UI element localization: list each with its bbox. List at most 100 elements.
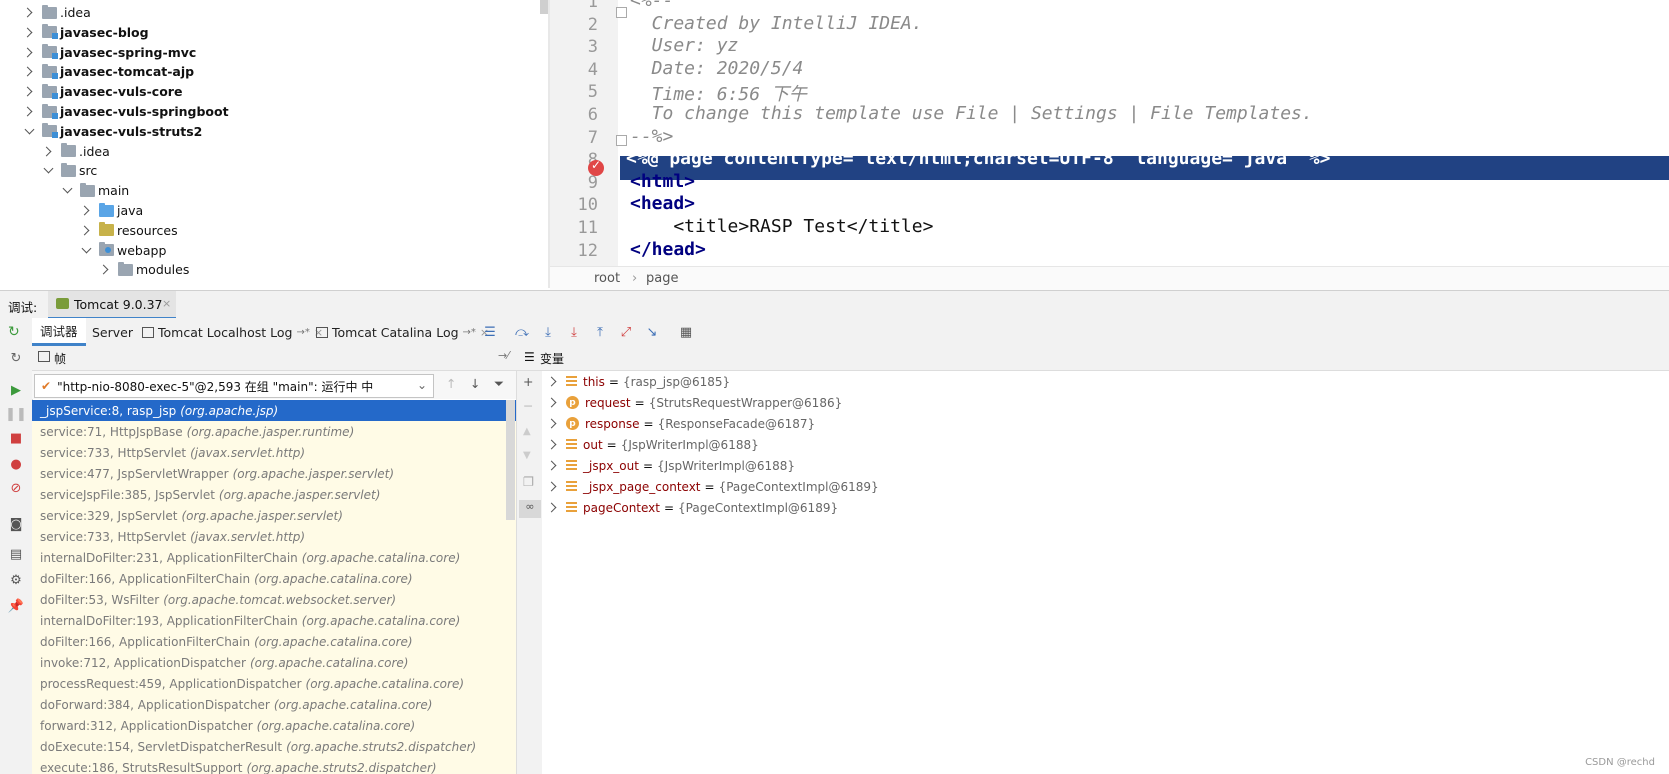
tree-item[interactable]: javasec-spring-mvc: [24, 42, 196, 63]
chevron-down-icon[interactable]: [62, 186, 72, 196]
add-icon[interactable]: +: [523, 374, 533, 389]
code-line[interactable]: --%>: [630, 126, 673, 147]
chevron-right-icon[interactable]: [81, 206, 91, 216]
code-line[interactable]: Date: 2020/5/4: [630, 58, 804, 79]
chevron-down-icon[interactable]: [43, 166, 53, 176]
layout-icon[interactable]: ▤: [8, 546, 24, 562]
run-to-cursor-icon[interactable]: ↘: [644, 324, 660, 340]
stack-frame[interactable]: internalDoFilter:231, ApplicationFilterC…: [32, 547, 516, 568]
resume-icon[interactable]: ▶: [8, 382, 24, 398]
variable-row[interactable]: p response = {ResponseFacade@6187}: [542, 413, 815, 434]
breadcrumb-page[interactable]: page: [646, 271, 678, 286]
close-icon[interactable]: ×: [162, 297, 171, 310]
rerun-icon[interactable]: ↻: [8, 324, 20, 340]
code-editor[interactable]: 1 <%-- 2 Created by IntelliJ IDEA. 3 User: …: [550, 0, 1669, 290]
tab-localhost-log[interactable]: Tomcat Localhost Log →* ×: [134, 318, 331, 346]
chevron-right-icon[interactable]: [43, 146, 53, 156]
stack-frame[interactable]: execute:186, StrutsResultSupport (org.apa…: [32, 757, 516, 774]
chevron-right-icon[interactable]: [24, 8, 34, 18]
tab-catalina-log[interactable]: Tomcat Catalina Log →* ×: [308, 318, 497, 346]
tree-item[interactable]: modules: [100, 259, 189, 280]
camera-icon[interactable]: ◙: [8, 516, 24, 532]
breakpoint-icon[interactable]: [588, 158, 604, 176]
code-line[interactable]: <%@ page contentType="text/html;charset=…: [626, 148, 1330, 169]
arrow-down-icon[interactable]: ↓: [470, 376, 480, 391]
evaluate-icon[interactable]: ▦: [678, 324, 694, 340]
stack-frame[interactable]: processRequest:459, ApplicationDispatche…: [32, 673, 516, 694]
variable-row[interactable]: _jspx_page_context = {PageContextImpl@6189…: [542, 476, 879, 497]
stack-frame[interactable]: invoke:712, ApplicationDispatcher (org.ap…: [32, 652, 516, 673]
tree-item[interactable]: javasec-tomcat-ajp: [24, 61, 194, 82]
settings-icon[interactable]: ⚙: [8, 572, 24, 588]
tree-item[interactable]: main: [62, 180, 129, 201]
stack-frame[interactable]: doFilter:166, ApplicationFilterChain (org…: [32, 568, 516, 589]
stack-frame[interactable]: service:733, HttpServlet (javax.servlet.h…: [32, 526, 516, 547]
move-up-icon[interactable]: ▲: [523, 426, 531, 437]
chevron-right-icon[interactable]: [548, 482, 558, 492]
tree-item[interactable]: java: [81, 200, 143, 221]
tree-item[interactable]: resources: [81, 220, 178, 241]
pin-icon[interactable]: 📌: [8, 598, 24, 614]
tree-item[interactable]: webapp: [81, 240, 166, 261]
chevron-right-icon[interactable]: [100, 265, 110, 275]
code-line[interactable]: User: yz: [630, 35, 739, 56]
stack-frame[interactable]: _jspService:8, rasp_jsp (org.apache.jsp): [32, 400, 516, 421]
filter-icon[interactable]: ⏷: [494, 376, 504, 392]
rerun-icon[interactable]: ↻: [8, 350, 24, 366]
step-over-icon[interactable]: ⤼: [514, 324, 530, 340]
stack-frame[interactable]: doForward:384, ApplicationDispatcher (org…: [32, 694, 516, 715]
chevron-right-icon[interactable]: [548, 440, 558, 450]
chevron-right-icon[interactable]: [24, 67, 34, 77]
chevron-down-icon[interactable]: [81, 245, 91, 255]
stack-frame[interactable]: service:71, HttpJspBase (org.apache.jaspe…: [32, 421, 516, 442]
code-line[interactable]: <title>RASP Test</title>: [630, 216, 933, 237]
remove-icon[interactable]: −: [523, 398, 533, 413]
chevron-right-icon[interactable]: [24, 27, 34, 37]
view-breakpoints-icon[interactable]: ●: [8, 456, 24, 472]
tree-item[interactable]: src: [43, 160, 97, 181]
stack-frame[interactable]: doFilter:53, WsFilter (org.apache.tomcat.…: [32, 589, 516, 610]
move-down-icon[interactable]: ▼: [523, 450, 531, 461]
tree-scrollbar[interactable]: [540, 0, 548, 14]
fold-marker-icon[interactable]: [616, 135, 627, 146]
chevron-right-icon[interactable]: [548, 503, 558, 513]
tree-item[interactable]: .idea: [43, 141, 110, 162]
chevron-down-icon[interactable]: [24, 126, 34, 136]
tree-item[interactable]: javasec-vuls-springboot: [24, 101, 229, 122]
arrow-up-icon[interactable]: ↑: [446, 376, 456, 391]
chevron-right-icon[interactable]: [548, 461, 558, 471]
variable-row[interactable]: p request = {StrutsRequestWrapper@6186}: [542, 392, 842, 413]
code-line[interactable]: To change this template use File | Setti…: [630, 103, 1313, 124]
tab-server[interactable]: Server: [84, 318, 141, 346]
chevron-right-icon[interactable]: [81, 225, 91, 235]
stack-frame[interactable]: internalDoFilter:193, ApplicationFilterC…: [32, 610, 516, 631]
variable-row[interactable]: pageContext = {PageContextImpl@6189}: [542, 497, 838, 518]
chevron-right-icon[interactable]: [24, 107, 34, 117]
pause-icon[interactable]: ❚❚: [5, 406, 27, 422]
variables-list[interactable]: this = {rasp_jsp@6185} p request = {StrutsRequ…: [542, 371, 1669, 774]
variable-row[interactable]: this = {rasp_jsp@6185}: [542, 371, 730, 392]
frames-scrollbar[interactable]: [506, 400, 515, 520]
fold-marker-icon[interactable]: [616, 7, 627, 18]
tree-item[interactable]: javasec-vuls-core: [24, 81, 182, 102]
tab-tomcat-config[interactable]: Tomcat 9.0.37 ×: [48, 291, 176, 319]
tree-item[interactable]: javasec-vuls-struts2: [24, 121, 202, 142]
step-into-icon[interactable]: ⤓: [540, 324, 556, 340]
thread-selector[interactable]: ✔ "http-nio-8080-exec-5"@2,593 在组 "main"…: [34, 374, 434, 398]
chevron-right-icon[interactable]: [24, 47, 34, 57]
chevron-right-icon[interactable]: [548, 398, 558, 408]
stack-frame[interactable]: serviceJspFile:385, JspServlet (org.apach…: [32, 484, 516, 505]
variable-row[interactable]: out = {JspWriterImpl@6188}: [542, 434, 759, 455]
variable-row[interactable]: _jspx_out = {JspWriterImpl@6188}: [542, 455, 795, 476]
stack-frame[interactable]: doExecute:154, ServletDispatcherResult (o…: [32, 736, 516, 757]
code-line[interactable]: </head>: [630, 239, 706, 260]
code-line[interactable]: <%--: [630, 0, 673, 11]
breadcrumb-root[interactable]: root: [594, 271, 620, 286]
code-line[interactable]: <html>: [630, 171, 695, 192]
chevron-right-icon[interactable]: [548, 377, 558, 387]
force-step-into-icon[interactable]: ⤓: [566, 324, 582, 340]
stop-icon[interactable]: ■: [8, 430, 24, 446]
code-line[interactable]: <head>: [630, 193, 695, 214]
glasses-icon[interactable]: ∞: [519, 500, 541, 518]
chevron-right-icon[interactable]: [24, 87, 34, 97]
